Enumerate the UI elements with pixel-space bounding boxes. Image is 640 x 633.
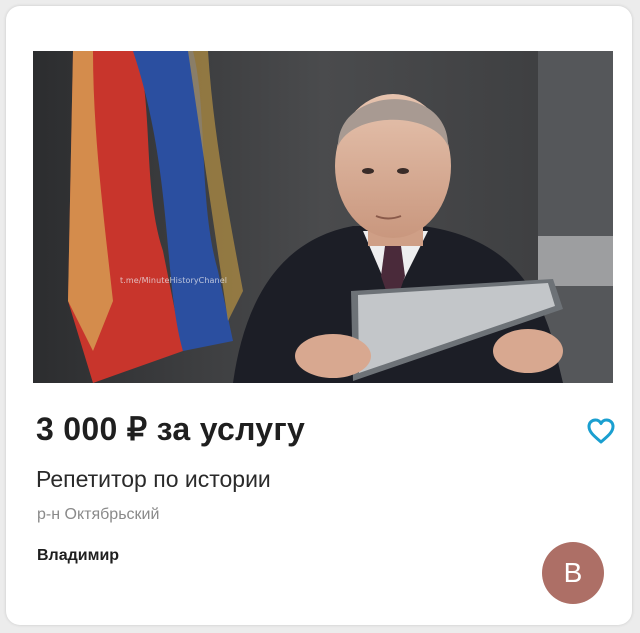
listing-title[interactable]: Репетитор по истории: [36, 466, 271, 493]
seller-name[interactable]: Владимир: [37, 547, 119, 565]
listing-card[interactable]: t.me/MinuteHistoryChanel 3 000 ₽ за услу…: [6, 6, 632, 625]
favorite-button[interactable]: [585, 415, 617, 447]
photo-illustration: [33, 51, 613, 383]
heart-outline-icon: [587, 418, 615, 444]
seller-avatar[interactable]: В: [542, 542, 604, 604]
listing-price: 3 000 ₽ за услугу: [36, 411, 306, 447]
listing-photo[interactable]: t.me/MinuteHistoryChanel: [33, 51, 613, 383]
photo-watermark: t.me/MinuteHistoryChanel: [120, 276, 228, 285]
listing-district: р-н Октябрьский: [37, 506, 160, 523]
